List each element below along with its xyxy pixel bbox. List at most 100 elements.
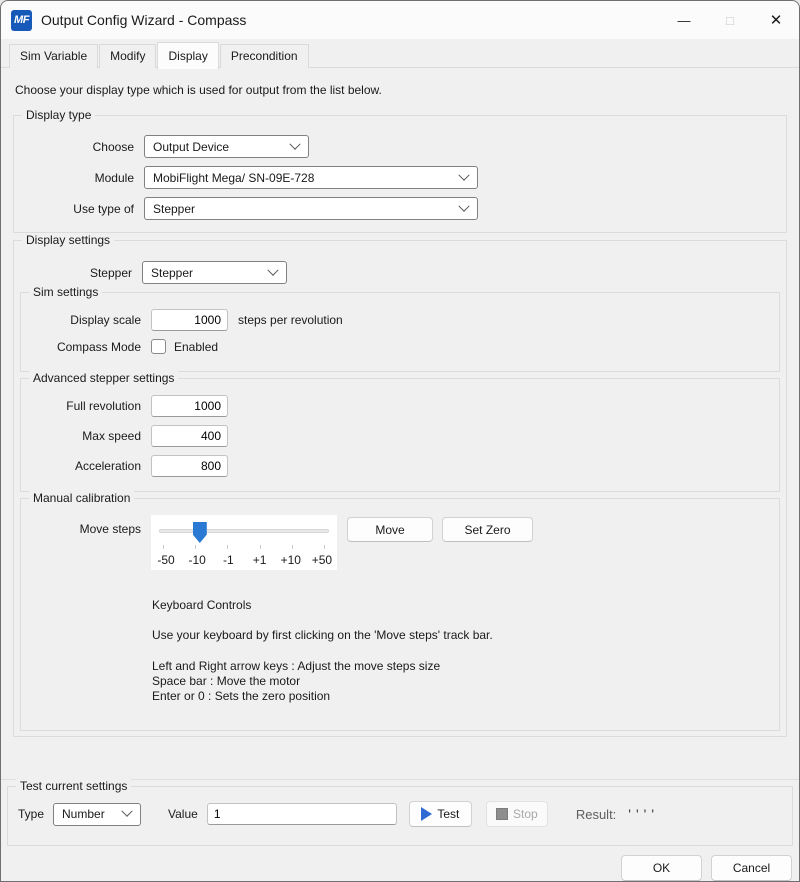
keyboard-controls-lines: Left and Right arrow keys : Adjust the m… xyxy=(152,659,524,704)
acceleration-input[interactable] xyxy=(151,455,228,477)
display-scale-suffix: steps per revolution xyxy=(238,313,343,327)
advanced-stepper-settings-group: Advanced stepper settings Full revolutio… xyxy=(20,378,780,492)
test-current-settings-group: Test current settings Type Number Value … xyxy=(7,786,793,846)
keyboard-controls-line: Enter or 0 : Sets the zero position xyxy=(152,689,524,704)
tick-label: -1 xyxy=(216,553,240,567)
display-type-group: Display type Choose Output Device Module… xyxy=(13,115,787,233)
sim-settings-group: Sim settings Display scale steps per rev… xyxy=(20,292,780,372)
advanced-stepper-settings-title: Advanced stepper settings xyxy=(29,371,178,385)
footer-panel: Test current settings Type Number Value … xyxy=(1,779,799,881)
choose-display-type-dropdown[interactable]: Output Device xyxy=(144,135,309,158)
output-config-wizard-window: MF Output Config Wizard - Compass — □ ✕ … xyxy=(0,0,800,882)
full-revolution-row: Full revolution xyxy=(29,395,771,417)
type-label: Type xyxy=(18,807,44,821)
sim-settings-group-title: Sim settings xyxy=(29,285,102,299)
stepper-label: Stepper xyxy=(20,266,132,280)
stepper-dropdown-value: Stepper xyxy=(151,266,193,280)
test-button-label: Test xyxy=(437,807,459,821)
use-type-dropdown[interactable]: Stepper xyxy=(144,197,478,220)
tab-precondition[interactable]: Precondition xyxy=(220,44,309,68)
keyboard-controls-intro: Use your keyboard by first clicking on t… xyxy=(152,628,514,643)
titlebar: MF Output Config Wizard - Compass — □ ✕ xyxy=(1,1,799,39)
max-speed-input[interactable] xyxy=(151,425,228,447)
module-label: Module xyxy=(22,171,134,185)
move-steps-trackbar[interactable]: -50 -10 -1 +1 +10 +50 xyxy=(151,515,337,570)
value-label: Value xyxy=(168,807,198,821)
slider-tick-labels: -50 -10 -1 +1 +10 +50 xyxy=(154,553,334,567)
use-type-row: Use type of Stepper xyxy=(22,197,778,220)
dialog-buttons: OK Cancel xyxy=(7,846,793,881)
window-title: Output Config Wizard - Compass xyxy=(41,12,246,28)
tab-modify[interactable]: Modify xyxy=(99,44,156,68)
test-type-dropdown[interactable]: Number xyxy=(53,803,141,826)
max-speed-row: Max speed xyxy=(29,425,771,447)
keyboard-controls-block: Keyboard Controls Use your keyboard by f… xyxy=(152,598,524,704)
stop-button: Stop xyxy=(486,801,548,827)
close-button[interactable]: ✕ xyxy=(753,1,799,39)
set-zero-button[interactable]: Set Zero xyxy=(442,517,533,542)
keyboard-controls-line: Left and Right arrow keys : Adjust the m… xyxy=(152,659,524,674)
window-controls: — □ ✕ xyxy=(661,1,799,39)
choose-row: Choose Output Device xyxy=(22,135,778,158)
display-scale-input[interactable] xyxy=(151,309,228,331)
test-current-settings-title: Test current settings xyxy=(16,779,131,793)
tick-label: -50 xyxy=(154,553,178,567)
manual-calibration-group: Manual calibration Move steps -50 xyxy=(20,498,780,731)
keyboard-controls-title: Keyboard Controls xyxy=(152,598,524,612)
stepper-row: Stepper Stepper xyxy=(20,261,780,284)
manual-calibration-title: Manual calibration xyxy=(29,491,134,505)
module-row: Module MobiFlight Mega/ SN-09E-728 xyxy=(22,166,778,189)
tick-label: +50 xyxy=(310,553,334,567)
stop-button-label: Stop xyxy=(513,807,538,821)
slider-thumb[interactable] xyxy=(193,522,207,543)
chevron-down-icon xyxy=(267,264,278,275)
stepper-dropdown[interactable]: Stepper xyxy=(142,261,287,284)
slider-track-line xyxy=(159,529,329,533)
test-row: Type Number Value Test Stop Result: '''' xyxy=(18,801,782,827)
result-value: '''' xyxy=(628,806,659,822)
compass-mode-checkbox[interactable] xyxy=(151,339,166,354)
description-text: Choose your display type which is used f… xyxy=(15,83,785,97)
stop-icon xyxy=(496,808,508,820)
test-button[interactable]: Test xyxy=(409,801,472,827)
full-revolution-label: Full revolution xyxy=(29,399,141,413)
move-steps-row: Move steps -50 -10 -1 + xyxy=(29,515,771,570)
full-revolution-input[interactable] xyxy=(151,395,228,417)
compass-mode-label: Compass Mode xyxy=(29,340,141,354)
keyboard-controls-line: Space bar : Move the motor xyxy=(152,674,524,689)
play-icon xyxy=(421,807,432,821)
display-scale-row: Display scale steps per revolution xyxy=(29,309,771,331)
max-speed-label: Max speed xyxy=(29,429,141,443)
chevron-down-icon xyxy=(121,806,132,817)
ok-button[interactable]: OK xyxy=(621,855,702,881)
compass-mode-checkbox-label: Enabled xyxy=(174,340,218,354)
chevron-down-icon xyxy=(289,138,300,149)
display-tab-page: Choose your display type which is used f… xyxy=(1,68,799,779)
compass-mode-row: Compass Mode Enabled xyxy=(29,339,771,354)
display-settings-group-title: Display settings xyxy=(22,233,114,247)
tick-label: -10 xyxy=(185,553,209,567)
choose-dropdown-value: Output Device xyxy=(153,140,229,154)
cancel-button[interactable]: Cancel xyxy=(711,855,792,881)
tab-display[interactable]: Display xyxy=(157,42,218,69)
acceleration-label: Acceleration xyxy=(29,459,141,473)
display-settings-group: Display settings Stepper Stepper Sim set… xyxy=(13,240,787,737)
use-type-dropdown-value: Stepper xyxy=(153,202,195,216)
tick-label: +1 xyxy=(248,553,272,567)
mobiflight-logo-icon: MF xyxy=(11,10,32,31)
choose-label: Choose xyxy=(22,140,134,154)
display-scale-label: Display scale xyxy=(29,313,141,327)
test-value-input[interactable] xyxy=(207,803,397,825)
move-button[interactable]: Move xyxy=(347,517,433,542)
minimize-button[interactable]: — xyxy=(661,1,707,39)
chevron-down-icon xyxy=(458,169,469,180)
chevron-down-icon xyxy=(458,200,469,211)
use-type-label: Use type of xyxy=(22,202,134,216)
tab-sim-variable[interactable]: Sim Variable xyxy=(9,44,98,68)
move-steps-label: Move steps xyxy=(29,515,141,536)
slider-track[interactable] xyxy=(159,520,329,544)
tick-label: +10 xyxy=(279,553,303,567)
module-dropdown-value: MobiFlight Mega/ SN-09E-728 xyxy=(153,171,314,185)
result-label: Result: xyxy=(576,807,616,822)
module-dropdown[interactable]: MobiFlight Mega/ SN-09E-728 xyxy=(144,166,478,189)
